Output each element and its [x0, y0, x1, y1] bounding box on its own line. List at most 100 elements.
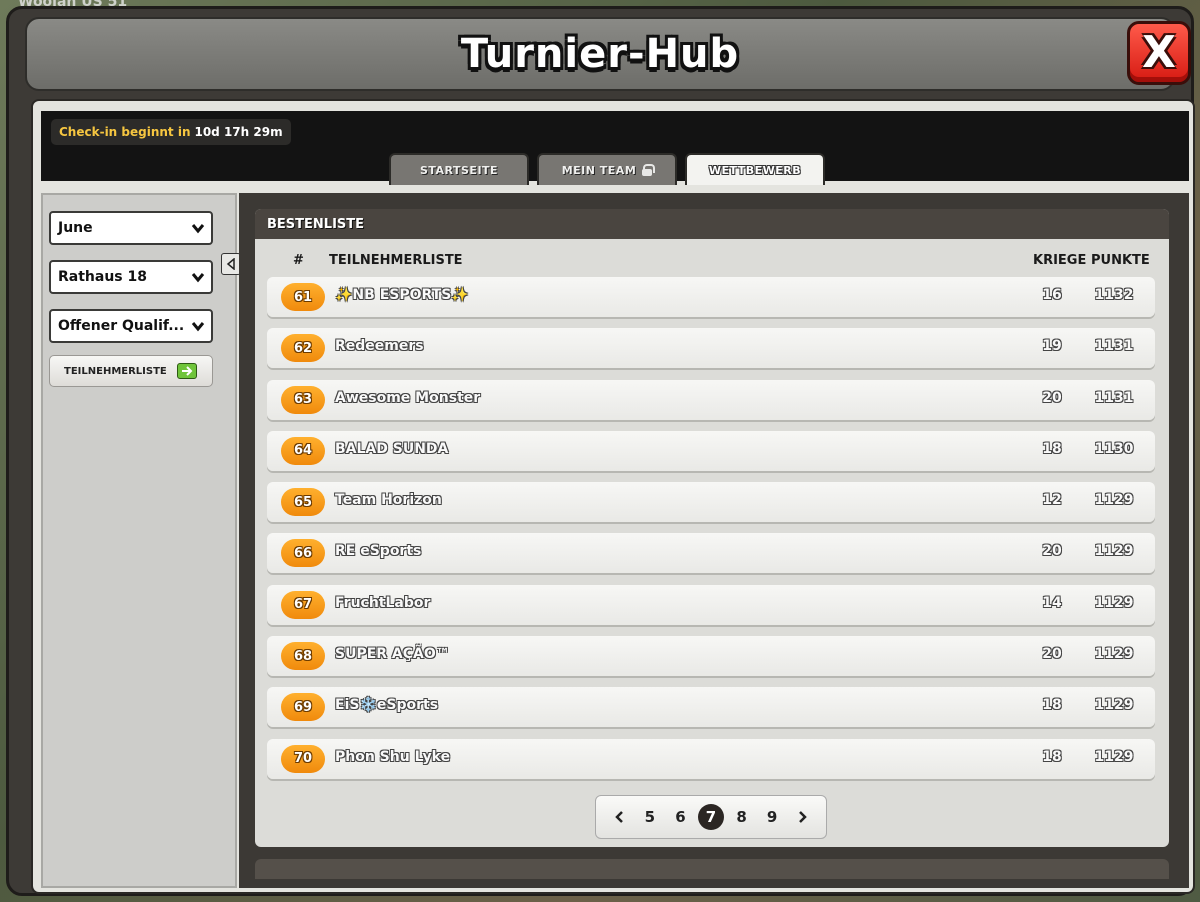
- wars-count: 20: [1042, 646, 1062, 663]
- participants-button-label: TEILNEHMERLISTE: [64, 365, 167, 377]
- rank-badge: 69: [281, 693, 325, 722]
- team-name: Team Horizon: [335, 492, 442, 509]
- tab-label: WETTBEWERB: [708, 163, 802, 177]
- leaderboard: BESTENLISTE # TEILNEHMERLISTE KRIEGE PUN…: [255, 209, 1169, 847]
- tab-label: STARTSEITE: [419, 163, 499, 177]
- tournament-hub-window: Turnier-Hub X Check-in beginnt in 10d 17…: [6, 6, 1195, 896]
- table-row[interactable]: 67 FruchtLabor 14 1129: [267, 584, 1155, 625]
- table-row[interactable]: 65 Team Horizon 12 1129: [267, 482, 1155, 523]
- table-row[interactable]: 66 RE eSports 20 1129: [267, 533, 1155, 574]
- table-row[interactable]: 69 EiS❄️eSports 18 1129: [267, 687, 1155, 728]
- points-value: 1131: [1094, 338, 1134, 355]
- checkin-timer: Check-in beginnt in 10d 17h 29m: [51, 119, 291, 145]
- chevron-right-icon: [798, 811, 807, 823]
- tab-startseite[interactable]: STARTSEITE: [389, 153, 529, 185]
- wars-count: 20: [1042, 389, 1062, 406]
- tab-wettbewerb[interactable]: WETTBEWERB: [685, 153, 825, 185]
- townhall-value: Rathaus 18: [58, 269, 147, 285]
- wars-count: 18: [1042, 748, 1062, 765]
- leaderboard-panel: BESTENLISTE # TEILNEHMERLISTE KRIEGE PUN…: [239, 193, 1189, 888]
- chevron-down-icon: [191, 224, 205, 234]
- points-value: 1132: [1094, 287, 1134, 303]
- checkin-label: Check-in beginnt in: [59, 125, 191, 139]
- leaderboard-title: BESTENLISTE: [255, 209, 1169, 239]
- rank-badge: 64: [281, 436, 325, 465]
- rank-badge: 65: [281, 488, 325, 517]
- chevron-left-icon: [226, 258, 235, 270]
- rank-badge: 62: [281, 334, 325, 363]
- wars-count: 20: [1042, 543, 1062, 560]
- rank-badge: 70: [281, 744, 325, 773]
- rank-badge: 63: [281, 385, 325, 414]
- team-name: Phon Shu Lyke: [335, 748, 451, 765]
- participants-list-button[interactable]: TEILNEHMERLISTE: [49, 355, 213, 387]
- points-value: 1129: [1094, 646, 1134, 663]
- leaderboard-rows: 61 ✨NB ESPORTS✨ 16 1132 62 Redeemers 19 …: [267, 277, 1155, 790]
- points-value: 1131: [1094, 389, 1134, 406]
- team-name: Redeemers: [335, 338, 424, 355]
- table-row[interactable]: 62 Redeemers 19 1131: [267, 328, 1155, 369]
- table-row[interactable]: 68 SUPER AÇÃO™ 20 1129: [267, 636, 1155, 677]
- arrow-right-icon: [176, 363, 197, 379]
- column-team: TEILNEHMERLISTE: [329, 253, 463, 268]
- wars-count: 12: [1042, 492, 1062, 509]
- page-button-current[interactable]: 7: [697, 804, 724, 830]
- wars-count: 14: [1042, 594, 1062, 611]
- points-value: 1129: [1094, 697, 1134, 714]
- month-select[interactable]: June: [49, 211, 213, 245]
- table-row[interactable]: 64 BALAD SUNDA 18 1130: [267, 430, 1155, 471]
- points-value: 1130: [1094, 440, 1134, 457]
- column-rank: #: [293, 253, 304, 268]
- tab-label: MEIN TEAM: [561, 163, 637, 177]
- chevron-down-icon: [191, 273, 205, 283]
- table-row[interactable]: 70 Phon Shu Lyke 18 1129: [267, 738, 1155, 779]
- next-page-button[interactable]: [790, 804, 816, 830]
- month-value: June: [58, 220, 93, 236]
- rank-badge: 66: [281, 539, 325, 568]
- stage-select[interactable]: Offener Qualif...: [49, 309, 213, 343]
- table-row[interactable]: 63 Awesome Monster 20 1131: [267, 379, 1155, 420]
- title-bar: Turnier-Hub: [25, 17, 1175, 91]
- next-section-header: [255, 859, 1169, 879]
- team-name: EiS❄️eSports: [335, 697, 439, 714]
- collapse-sidebar-button[interactable]: [221, 253, 241, 275]
- rank-badge: 67: [281, 590, 325, 619]
- chevron-left-icon: [615, 811, 624, 823]
- prev-page-button[interactable]: [606, 804, 632, 830]
- chevron-down-icon: [191, 322, 205, 332]
- team-name: SUPER AÇÃO™: [335, 646, 450, 663]
- page-button[interactable]: 9: [759, 804, 785, 830]
- rank-badge: 61: [281, 283, 325, 311]
- points-value: 1129: [1094, 594, 1134, 611]
- points-value: 1129: [1094, 492, 1134, 509]
- stage-value: Offener Qualif...: [58, 318, 185, 334]
- team-name: Awesome Monster: [335, 389, 481, 406]
- page-button[interactable]: 6: [667, 804, 693, 830]
- townhall-select[interactable]: Rathaus 18: [49, 260, 213, 294]
- points-value: 1129: [1094, 543, 1134, 560]
- content-frame: Check-in beginnt in 10d 17h 29m STARTSEI…: [31, 99, 1195, 894]
- team-name: BALAD SUNDA: [335, 440, 449, 457]
- rank-badge: 68: [281, 642, 325, 671]
- table-row[interactable]: 61 ✨NB ESPORTS✨ 16 1132: [267, 277, 1155, 317]
- wars-count: 16: [1042, 287, 1062, 303]
- column-points: PUNKTE: [1091, 253, 1150, 268]
- wars-count: 19: [1042, 338, 1062, 355]
- pagination: 5 6 7 8 9: [595, 795, 827, 839]
- team-name: FruchtLabor: [335, 594, 431, 611]
- page-button[interactable]: 8: [729, 804, 755, 830]
- window-title: Turnier-Hub: [460, 31, 740, 77]
- checkin-countdown: 10d 17h 29m: [194, 125, 283, 139]
- tab-bar: STARTSEITE MEIN TEAM WETTBEWERB: [389, 153, 825, 185]
- team-name: ✨NB ESPORTS✨: [335, 287, 469, 303]
- tab-mein-team[interactable]: MEIN TEAM: [537, 153, 677, 185]
- team-name: RE eSports: [335, 543, 422, 560]
- lock-icon: [642, 164, 656, 176]
- wars-count: 18: [1042, 697, 1062, 714]
- wars-count: 18: [1042, 440, 1062, 457]
- page-button[interactable]: 5: [637, 804, 663, 830]
- close-button[interactable]: X: [1127, 21, 1191, 85]
- filter-sidebar: June Rathaus 18 Offener Qualif... TEILNE…: [41, 193, 237, 888]
- close-icon: X: [1142, 27, 1176, 78]
- points-value: 1129: [1094, 748, 1134, 765]
